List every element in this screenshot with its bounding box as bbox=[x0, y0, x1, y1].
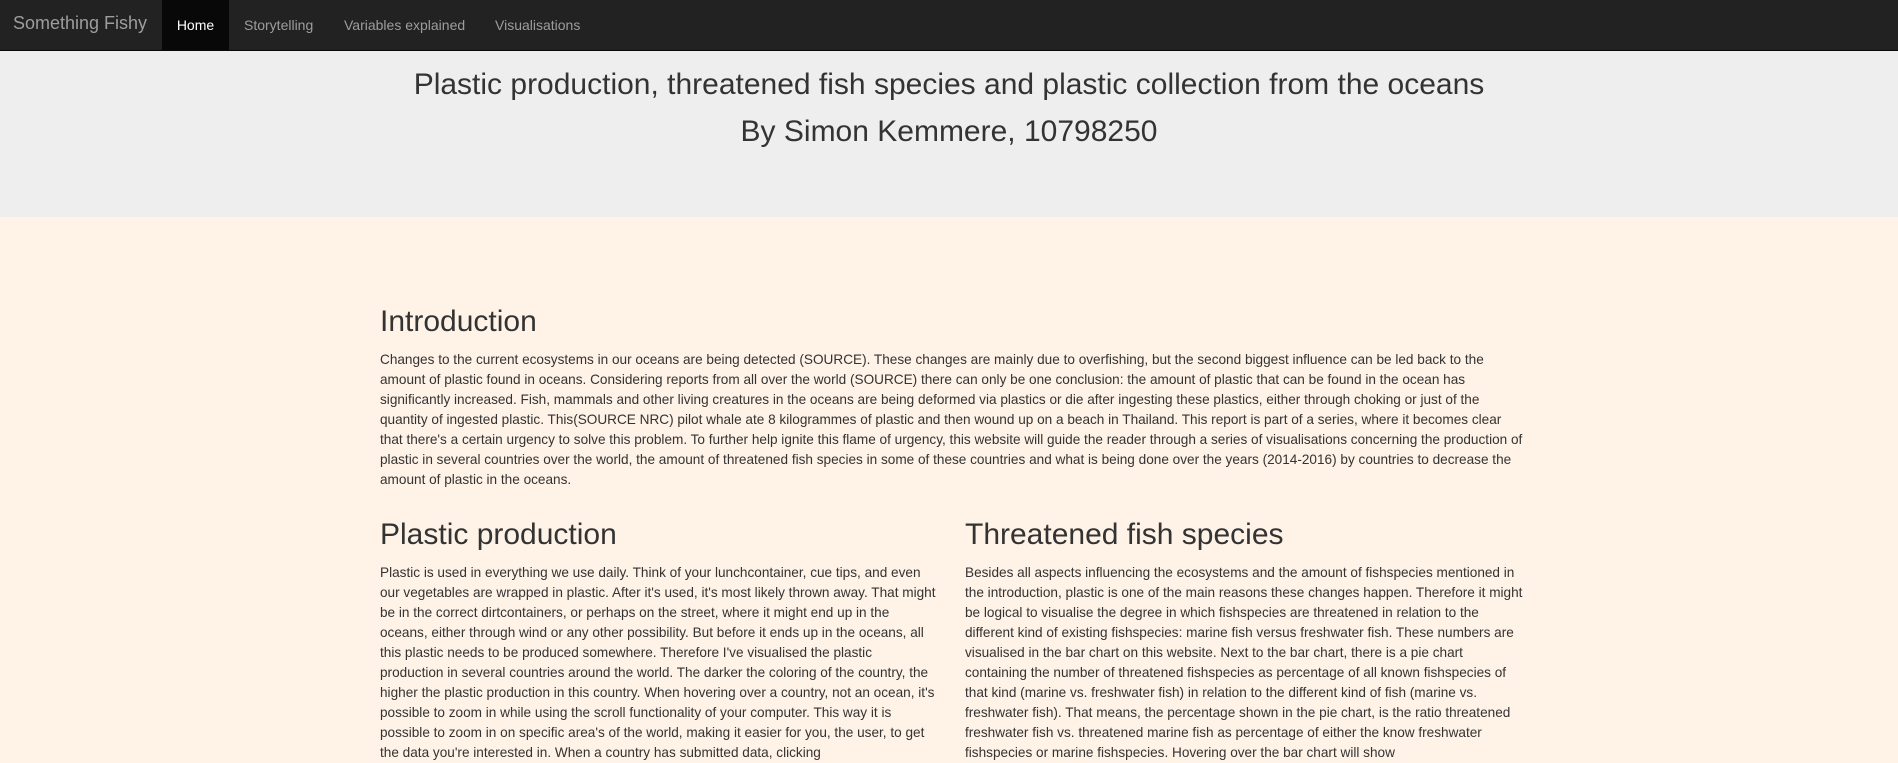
header-banner: Plastic production, threatened fish spec… bbox=[0, 51, 1898, 217]
navbar-brand[interactable]: Something Fishy bbox=[13, 13, 147, 34]
navbar: Something Fishy Home Storytelling Variab… bbox=[0, 0, 1898, 51]
threatened-fish-text: Besides all aspects influencing the ecos… bbox=[965, 565, 1523, 760]
page-subtitle: By Simon Kemmere, 10798250 bbox=[740, 115, 1158, 148]
introduction-text: Changes to the current ecosystems in our… bbox=[380, 352, 1523, 487]
plastic-production-text: Plastic is used in everything we use dai… bbox=[380, 565, 936, 760]
nav-item-storytelling[interactable]: Storytelling bbox=[244, 0, 313, 50]
threatened-fish-heading: Threatened fish species bbox=[965, 518, 1284, 551]
nav-item-variables-explained[interactable]: Variables explained bbox=[344, 0, 465, 50]
plastic-production-heading: Plastic production bbox=[380, 518, 617, 551]
page-title: Plastic production, threatened fish spec… bbox=[413, 68, 1485, 101]
nav-item-home[interactable]: Home bbox=[162, 0, 229, 50]
nav-item-visualisations[interactable]: Visualisations bbox=[495, 0, 580, 50]
introduction-heading: Introduction bbox=[380, 305, 537, 338]
